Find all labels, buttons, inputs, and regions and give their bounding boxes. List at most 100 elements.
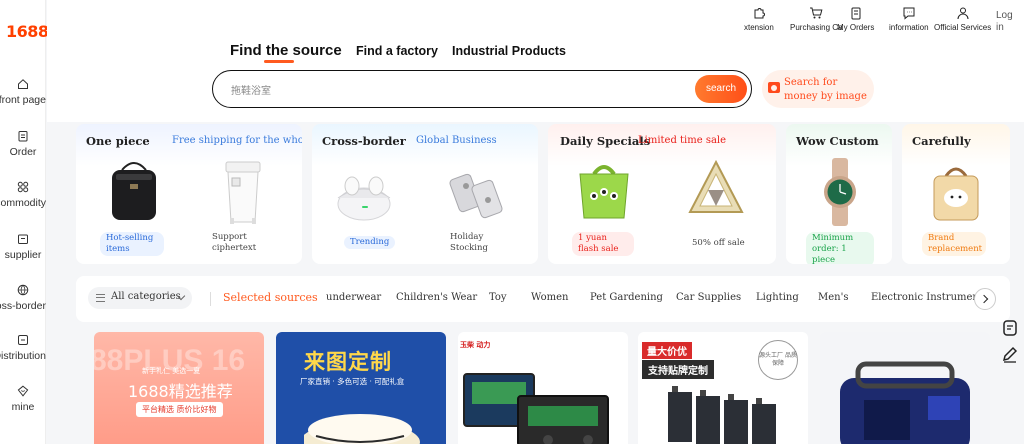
next-categories-button[interactable]: [974, 288, 996, 310]
card-item-label[interactable]: 50% off sale: [692, 238, 745, 249]
supplier-icon: [18, 234, 28, 244]
extension-button[interactable]: xtension: [744, 6, 774, 32]
cart-icon: [810, 7, 823, 19]
card-item-label[interactable]: Support ciphertext: [212, 232, 272, 254]
search-button[interactable]: search: [695, 75, 747, 103]
category-item[interactable]: Children's Wear: [396, 292, 477, 303]
tab-find-the-source[interactable]: Find the source: [230, 42, 342, 63]
information-button[interactable]: information: [889, 6, 929, 32]
tile-title: 来图定制: [304, 350, 392, 374]
promo-card-carefully[interactable]: Carefully Brand replacement: [902, 124, 1010, 264]
mug-image: [304, 414, 420, 444]
promo-card-wow-custom[interactable]: Wow Custom Minimum order: 1 piece: [786, 124, 892, 264]
product-tile-inverter-generator[interactable]: [820, 332, 990, 444]
battery-image: [668, 386, 776, 444]
card-subtitle: Free shipping for the whole: [172, 135, 302, 146]
image-search-button[interactable]: Search for money by image: [762, 70, 874, 108]
handbag-image[interactable]: [102, 156, 166, 228]
image-search-label: Search for money by image: [784, 77, 867, 102]
tile-title: 1688精选推荐: [128, 382, 233, 401]
sidebar-item-cross-border[interactable]: Cross-border: [0, 284, 46, 312]
menu-icon: [96, 294, 105, 302]
category-selected-sources[interactable]: Selected sources: [223, 291, 318, 304]
tile-subtitle: 支持贴牌定制: [642, 360, 714, 379]
tab-industrial-products[interactable]: Industrial Products: [452, 44, 566, 58]
note-icon: [1003, 320, 1017, 336]
category-item[interactable]: Women: [531, 292, 568, 303]
card-title: Carefully: [912, 134, 971, 148]
card-subtitle: Global Business: [416, 135, 497, 146]
card-tag[interactable]: Minimum order: 1 piece: [806, 232, 874, 264]
site-logo[interactable]: 1688: [6, 22, 49, 41]
card-tag[interactable]: Brand replacement: [922, 232, 986, 256]
sidebar-item-mine[interactable]: mine: [0, 385, 46, 413]
extension-icon: [754, 8, 765, 19]
card-title: Daily Specials: [560, 134, 651, 148]
edit-button[interactable]: [998, 342, 1022, 366]
sidebar-item-distribution[interactable]: Distribution: [0, 334, 46, 362]
sidebar-item-commodity[interactable]: commodity: [0, 181, 46, 209]
category-item[interactable]: Pet Gardening: [590, 292, 663, 303]
order-icon: [18, 131, 28, 142]
all-categories-dropdown[interactable]: All categories: [88, 287, 192, 309]
brooch-image[interactable]: [684, 156, 748, 228]
card-tag[interactable]: 1 yuan flash sale: [572, 232, 634, 256]
feedback-button[interactable]: [998, 316, 1022, 340]
my-orders-button[interactable]: My Orders: [837, 6, 874, 32]
search-bar: 拖鞋浴室 search: [212, 70, 752, 108]
sidebar-item-front-page[interactable]: front page: [0, 78, 46, 106]
sidebar-item-label: mine: [11, 401, 35, 413]
divider: [210, 292, 211, 306]
card-title: One piece: [86, 134, 150, 148]
product-tile-battery[interactable]: 量大价优 支持贴牌定制 源头工厂 品质保障: [638, 332, 808, 444]
sidebar-item-order[interactable]: Order: [0, 130, 46, 158]
category-item[interactable]: Electronic Instruments: [871, 292, 988, 303]
trash-bin-image[interactable]: [212, 156, 276, 228]
tile-brand: 玉柴 动力: [460, 341, 491, 349]
product-tile-1688-picks[interactable]: 88PLUS 16 新手礼仁 美选一夏 1688精选推荐 平台精选 质价比好物: [94, 332, 264, 444]
search-input[interactable]: 拖鞋浴室: [231, 82, 271, 97]
category-bar: All categories Selected sources underwea…: [76, 276, 1010, 322]
promo-card-cross-border[interactable]: Cross-border Global Business Trending Ho…: [312, 124, 538, 264]
tile-badge: 平台精选 质价比好物: [136, 402, 223, 417]
sidebar-item-label: commodity: [0, 197, 46, 209]
tab-find-a-factory[interactable]: Find a factory: [356, 44, 438, 58]
distribution-icon: [18, 335, 28, 345]
official-services-button[interactable]: Official Services: [934, 6, 991, 32]
generator-image: [463, 373, 609, 444]
hinge-image[interactable]: [444, 156, 508, 228]
category-item[interactable]: Lighting: [756, 292, 799, 303]
card-tag[interactable]: Trending: [344, 236, 396, 249]
sidebar-item-label: Cross-border: [0, 300, 46, 312]
inverter-generator-image: [840, 361, 970, 444]
clipboard-icon: [851, 7, 861, 20]
home-icon: [18, 79, 28, 89]
sidebar-item-supplier[interactable]: supplier: [0, 233, 46, 261]
product-tile-generator[interactable]: 玉柴 动力: [458, 332, 628, 444]
promo-card-daily-specials[interactable]: Daily Specials Limited time sale 1 yuan …: [548, 124, 776, 264]
card-item-label[interactable]: Holiday Stocking: [450, 232, 510, 254]
product-tile-custom-mug[interactable]: 来图定制 厂家直销 · 多色可选 · 可配礼盒: [276, 332, 446, 444]
card-tag[interactable]: Hot-selling items: [100, 232, 164, 256]
cartoon-bag-image[interactable]: [924, 156, 988, 228]
purchasing-cart-button[interactable]: Purchasing Ca: [790, 6, 842, 32]
category-item[interactable]: Men's: [818, 292, 848, 303]
user-icon: [17, 385, 29, 397]
category-item[interactable]: underwear: [326, 292, 381, 303]
category-item[interactable]: Car Supplies: [676, 292, 741, 303]
earbuds-image[interactable]: [330, 156, 394, 228]
sidebar-item-label: Distribution: [0, 350, 46, 362]
card-subtitle: Limited time sale: [638, 135, 727, 146]
factory-stamp: 源头工厂 品质保障: [758, 340, 798, 380]
tile-subtitle: 厂家直销 · 多色可选 · 可配礼盒: [300, 377, 405, 386]
category-item[interactable]: Toy: [489, 292, 507, 303]
green-bag-image[interactable]: [572, 156, 636, 228]
sidebar-item-label: supplier: [4, 249, 42, 261]
watch-image[interactable]: [808, 156, 872, 228]
camera-icon: [768, 82, 780, 93]
promo-card-one-piece[interactable]: One piece Free shipping for the whole Ho…: [76, 124, 302, 264]
sidebar: 1688 front page Order commodity supplier…: [0, 0, 49, 444]
login-link[interactable]: Log in: [996, 10, 1014, 34]
grid-icon: [17, 181, 29, 193]
globe-icon: [17, 284, 29, 296]
